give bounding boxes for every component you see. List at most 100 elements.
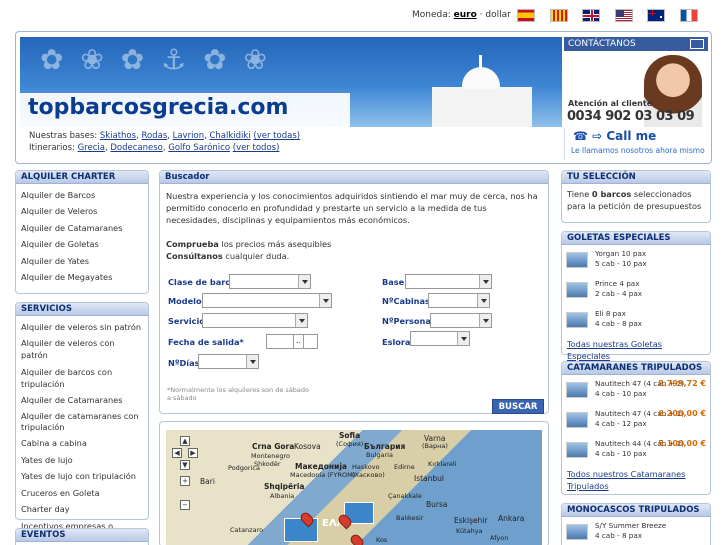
call-me-box[interactable]: ☎ ⇨ Call me Le llamamos nosotros ahora m… xyxy=(564,128,710,160)
chevron-down-icon[interactable] xyxy=(246,355,258,368)
search-panel-title: Buscador xyxy=(160,171,548,184)
compare-bold: Comprueba xyxy=(166,239,219,249)
boat-thumbnail[interactable] xyxy=(566,524,588,540)
flag-au-icon[interactable] xyxy=(647,9,665,22)
church-image xyxy=(422,51,542,127)
departure-date-label: Fecha de salida* xyxy=(168,337,244,347)
itineraries-all-link[interactable]: (ver todos) xyxy=(233,143,280,153)
currency-euro-link[interactable]: euro xyxy=(454,10,477,20)
search-panel: Buscador Nuestra experiencia y los conoc… xyxy=(159,170,549,414)
model-select[interactable] xyxy=(202,293,332,308)
call-me-button[interactable]: ☎ ⇨ Call me xyxy=(573,129,656,143)
map-marker-icon[interactable] xyxy=(348,532,366,545)
chevron-down-icon[interactable] xyxy=(298,275,310,288)
contact-box[interactable]: CONTÁCTANOS Atención al cliente 0034 902… xyxy=(564,37,708,127)
menu-item-barcos[interactable]: Alquiler de Barcos xyxy=(16,189,148,201)
zoom-out-icon[interactable]: − xyxy=(180,500,190,510)
service-item[interactable]: Yates de lujo xyxy=(16,454,148,466)
flag-uk-icon[interactable] xyxy=(582,9,600,22)
cabins-select[interactable] xyxy=(428,293,490,308)
boat-class-select[interactable] xyxy=(229,274,311,289)
date-picker-button[interactable]: .. xyxy=(293,334,304,349)
service-item[interactable]: Alquiler de catamaranes con tripulación xyxy=(16,411,148,433)
list-item[interactable]: Yorgan 10 pax 5 cab - 10 pax xyxy=(562,249,710,275)
base-link-chalkidiki[interactable]: Chalkidiki xyxy=(209,131,250,141)
boat-thumbnail[interactable] xyxy=(566,312,588,328)
base-link-lavrion[interactable]: Lavrion xyxy=(173,131,204,141)
all-catamarans-link[interactable]: Todos nuestros Catamaranes Tripulados xyxy=(567,469,685,491)
menu-item-goletas[interactable]: Alquiler de Goletas xyxy=(16,238,148,250)
flag-us-icon[interactable] xyxy=(615,9,633,22)
list-item[interactable]: Nautitech 44 (4 cab + 2) 4 cab - 10 pax … xyxy=(562,439,710,465)
bases-label: Nuestras bases: xyxy=(29,131,98,141)
service-item[interactable]: Cabina a cabina xyxy=(16,437,148,449)
cabins-label: NºCabinas xyxy=(382,296,430,306)
itinerary-link-grecia[interactable]: Grecia xyxy=(78,143,105,153)
service-item[interactable]: Yates de lujo con tripulación xyxy=(16,470,148,482)
bases-all-link[interactable]: (ver todas) xyxy=(253,131,300,141)
currency-label: Moneda: xyxy=(412,10,451,20)
list-item[interactable]: Nautitech 47 (4 cab + 2) 4 cab - 10 pax … xyxy=(562,379,710,405)
flag-es-icon[interactable] xyxy=(517,9,535,22)
base-select[interactable] xyxy=(405,274,492,289)
site-logo-title[interactable]: topbarcosgrecia.com xyxy=(28,95,288,120)
list-item[interactable]: Prince 4 pax 2 cab - 4 pax xyxy=(562,279,710,305)
persons-select[interactable] xyxy=(430,313,492,328)
selection-panel-title: TU SELECCIÓN xyxy=(562,171,710,184)
price-label: 8.799,72 € xyxy=(658,379,706,388)
pan-left-icon[interactable]: ◀ xyxy=(172,448,182,458)
mail-icon[interactable] xyxy=(690,39,704,49)
chevron-down-icon[interactable] xyxy=(457,332,469,345)
pan-right-icon[interactable]: ▶ xyxy=(188,448,198,458)
chevron-down-icon[interactable] xyxy=(479,275,491,288)
service-item[interactable]: Alquiler de Catamaranes xyxy=(16,394,148,406)
currency-dollar-link[interactable]: dollar xyxy=(485,10,510,20)
boat-thumbnail[interactable] xyxy=(566,442,588,458)
chevron-down-icon[interactable] xyxy=(295,314,307,327)
zoom-in-icon[interactable]: + xyxy=(180,476,190,486)
service-select[interactable] xyxy=(202,313,308,328)
service-item[interactable]: Cruceros en Goleta xyxy=(16,487,148,499)
service-item[interactable]: Alquiler de barcos con tripulación xyxy=(16,366,148,390)
boat-thumbnail[interactable] xyxy=(566,412,588,428)
menu-item-catamaranes[interactable]: Alquiler de Catamaranes xyxy=(16,222,148,234)
all-goletas-link[interactable]: Todas nuestras Goletas Especiales xyxy=(567,339,662,361)
base-link-skiathos[interactable]: Skiathos xyxy=(100,131,136,141)
flag-ca-icon[interactable] xyxy=(550,9,568,22)
contact-label[interactable]: CONTÁCTANOS xyxy=(564,37,708,51)
menu-item-megayates[interactable]: Alquiler de Megayates xyxy=(16,271,148,283)
base-link-rodas[interactable]: Rodas xyxy=(141,131,167,141)
search-button[interactable]: BUSCAR xyxy=(492,399,544,414)
chevron-down-icon[interactable] xyxy=(477,294,489,307)
departure-date-input[interactable] xyxy=(266,334,318,349)
base-label: Base xyxy=(382,277,405,287)
service-item[interactable]: Alquiler de veleros con patrón xyxy=(16,337,148,361)
menu-item-yates[interactable]: Alquiler de Yates xyxy=(16,255,148,267)
list-item[interactable]: Nautitech 47 (4 cab + 2) 4 cab - 12 pax … xyxy=(562,409,710,435)
list-item[interactable]: S/Y Summer Breeze 4 cab - 8 pax xyxy=(562,521,710,545)
chevron-down-icon[interactable] xyxy=(319,294,331,307)
events-panel: EVENTOS xyxy=(15,528,149,545)
list-item[interactable]: Eli 8 pax 4 cab - 8 pax xyxy=(562,309,710,335)
charter-panel-title: ALQUILER CHARTER xyxy=(16,171,148,184)
chevron-down-icon[interactable] xyxy=(479,314,491,327)
service-item[interactable]: Alquiler de veleros sin patrón xyxy=(16,321,148,333)
boat-thumbnail[interactable] xyxy=(566,282,588,298)
menu-item-veleros[interactable]: Alquiler de Veleros xyxy=(16,205,148,217)
call-me-subtitle[interactable]: Le llamamos nosotros ahora mismo xyxy=(571,146,705,155)
length-select[interactable] xyxy=(410,331,470,346)
flag-fr-icon[interactable] xyxy=(680,9,698,22)
services-panel-title: SERVICIOS xyxy=(16,303,148,316)
pan-down-icon[interactable]: ▼ xyxy=(180,460,190,470)
pan-up-icon[interactable]: ▲ xyxy=(180,436,190,446)
service-item[interactable]: Charter day xyxy=(16,503,148,515)
consult-text: cualquier duda. xyxy=(222,251,290,261)
itinerary-link-golfo-saronico[interactable]: Golfo Sarónico xyxy=(168,143,230,153)
selection-panel: TU SELECCIÓN Tiene 0 barcos seleccionado… xyxy=(561,170,711,223)
days-select[interactable] xyxy=(198,354,259,369)
map-view[interactable]: Crna Gora Kosova Sofia (София) Varna (Ва… xyxy=(166,430,542,545)
boat-thumbnail[interactable] xyxy=(566,382,588,398)
boat-thumbnail[interactable] xyxy=(566,252,588,268)
selection-text: Tiene 0 barcos seleccionados para la pet… xyxy=(567,189,702,211)
itinerary-link-dodecaneso[interactable]: Dodecaneso xyxy=(110,143,163,153)
